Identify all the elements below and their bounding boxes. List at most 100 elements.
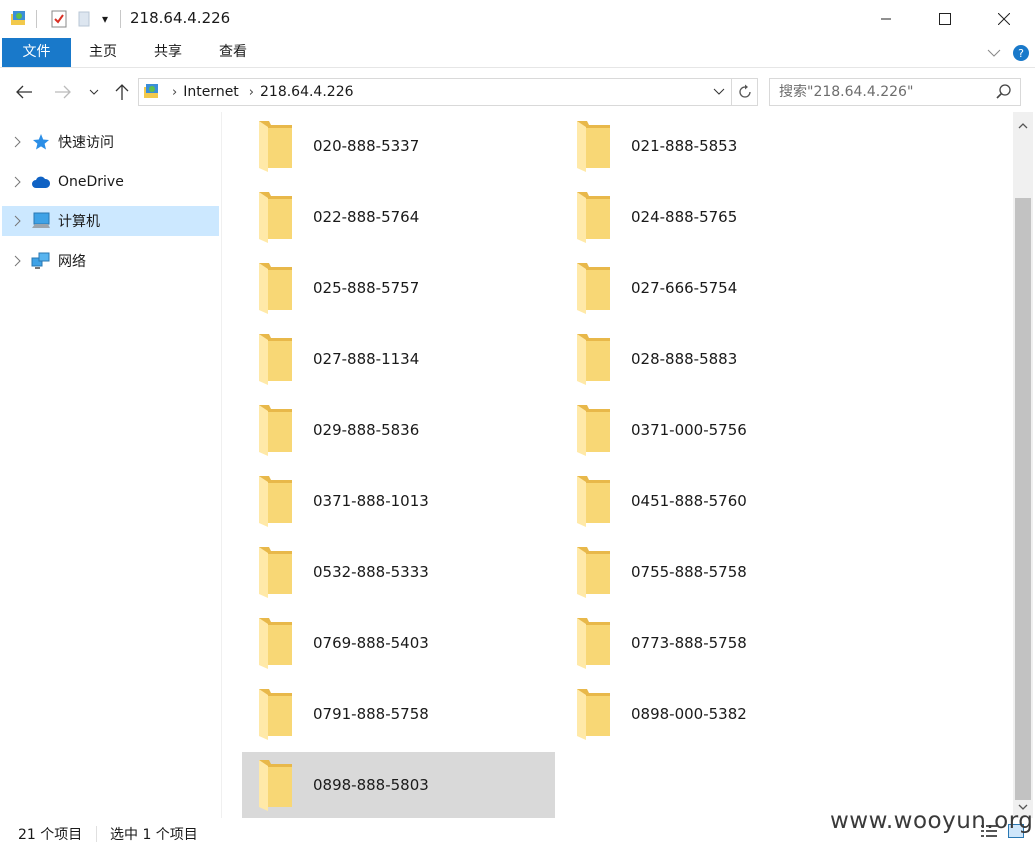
folder-item[interactable]: 027-888-1134	[242, 326, 555, 392]
sidebar-item-label: 计算机	[58, 214, 100, 230]
folder-name: 0773-888-5758	[631, 634, 747, 652]
folder-name: 027-666-5754	[631, 279, 738, 297]
expand-chevron-icon[interactable]	[6, 136, 28, 148]
sidebar-item-quick-access[interactable]: 快速访问	[2, 127, 219, 157]
folder-icon	[574, 473, 614, 529]
folder-name: 025-888-5757	[313, 279, 420, 297]
folder-icon	[256, 331, 296, 387]
forward-button[interactable]	[51, 80, 75, 104]
scrollbar-thumb[interactable]	[1015, 198, 1031, 800]
folder-item[interactable]: 0371-888-1013	[242, 468, 555, 534]
folder-icon	[256, 118, 296, 174]
folder-name: 020-888-5337	[313, 137, 420, 155]
folder-name: 0532-888-5333	[313, 563, 429, 581]
recent-locations-button[interactable]	[82, 80, 106, 104]
folder-icon	[256, 757, 296, 813]
folder-name: 021-888-5853	[631, 137, 738, 155]
folder-item[interactable]: 0532-888-5333	[242, 539, 555, 605]
folder-name: 027-888-1134	[313, 350, 420, 368]
search-box[interactable]	[769, 78, 1021, 106]
expand-chevron-icon[interactable]	[6, 215, 28, 227]
folder-icon	[256, 615, 296, 671]
folder-item[interactable]: 027-666-5754	[560, 255, 873, 321]
sidebar-item-onedrive[interactable]: OneDrive	[2, 167, 219, 197]
folder-icon	[256, 260, 296, 316]
back-button[interactable]	[12, 80, 36, 104]
title-bar: ▾ 218.64.4.226	[0, 0, 1035, 38]
expand-chevron-icon[interactable]	[6, 255, 28, 267]
close-button[interactable]	[975, 0, 1033, 38]
tab-home[interactable]: 主页	[74, 38, 132, 67]
sidebar-item-label: 网络	[58, 254, 86, 270]
breadcrumb-chevron-icon[interactable]: ›	[172, 85, 177, 100]
folder-item[interactable]: 022-888-5764	[242, 184, 555, 250]
folder-icon	[574, 402, 614, 458]
refresh-button[interactable]	[731, 79, 757, 105]
folder-item[interactable]: 0898-888-5803	[242, 752, 555, 818]
folder-item[interactable]: 0791-888-5758	[242, 681, 555, 747]
folder-name: 0371-000-5756	[631, 421, 747, 439]
folder-name: 0898-000-5382	[631, 705, 747, 723]
folder-item[interactable]: 021-888-5853	[560, 113, 873, 179]
folder-item[interactable]: 0451-888-5760	[560, 468, 873, 534]
folder-icon	[256, 544, 296, 600]
folder-name: 022-888-5764	[313, 208, 420, 226]
folder-item[interactable]: 0898-000-5382	[560, 681, 873, 747]
divider	[96, 826, 97, 842]
folder-item[interactable]: 0371-000-5756	[560, 397, 873, 463]
search-input[interactable]	[779, 84, 989, 100]
vertical-scrollbar[interactable]	[1013, 112, 1033, 818]
divider	[36, 10, 37, 28]
search-icon[interactable]	[996, 84, 1012, 104]
properties-icon[interactable]	[48, 8, 70, 30]
folder-icon	[574, 260, 614, 316]
folder-icon	[574, 544, 614, 600]
sidebar-item-network[interactable]: 网络	[2, 246, 219, 276]
up-button[interactable]	[110, 80, 134, 104]
new-folder-icon[interactable]	[75, 8, 93, 30]
divider	[120, 10, 121, 28]
scroll-up-icon[interactable]	[1013, 116, 1033, 134]
folder-item[interactable]: 024-888-5765	[560, 184, 873, 250]
folder-icon	[256, 402, 296, 458]
navigation-pane: 快速访问 OneDrive 计算机 网络	[0, 112, 222, 818]
address-bar[interactable]: › Internet › 218.64.4.226	[138, 78, 758, 106]
folder-item[interactable]: 029-888-5836	[242, 397, 555, 463]
item-count: 21 个项目	[18, 827, 83, 843]
tab-share[interactable]: 共享	[139, 38, 197, 67]
help-icon[interactable]: ?	[1011, 43, 1031, 63]
ribbon: 文件 主页 共享 查看 ?	[0, 38, 1035, 68]
folder-name: 0371-888-1013	[313, 492, 429, 510]
address-history-dropdown[interactable]	[707, 79, 731, 105]
folder-name: 0898-888-5803	[313, 776, 429, 794]
sidebar-item-computer[interactable]: 计算机	[2, 206, 219, 236]
folder-item[interactable]: 0755-888-5758	[560, 539, 873, 605]
folder-icon	[256, 473, 296, 529]
watermark: www.wooyun.org	[830, 808, 1034, 834]
breadcrumb-chevron-icon[interactable]: ›	[249, 85, 254, 100]
folder-icon	[574, 118, 614, 174]
folder-name: 0769-888-5403	[313, 634, 429, 652]
expand-ribbon-chevron-icon[interactable]	[984, 43, 1004, 63]
folder-item[interactable]: 0773-888-5758	[560, 610, 873, 676]
breadcrumb-internet[interactable]: Internet	[183, 84, 239, 100]
folder-icon	[574, 189, 614, 245]
folder-item[interactable]: 028-888-5883	[560, 326, 873, 392]
computer-icon	[30, 210, 52, 232]
folder-icon	[574, 686, 614, 742]
folder-icon	[256, 686, 296, 742]
folder-item[interactable]: 025-888-5757	[242, 255, 555, 321]
minimize-button[interactable]	[857, 0, 915, 38]
folder-item[interactable]: 0769-888-5403	[242, 610, 555, 676]
tab-view[interactable]: 查看	[204, 38, 262, 67]
folder-name: 0791-888-5758	[313, 705, 429, 723]
explorer-app-icon[interactable]	[8, 8, 30, 30]
maximize-button[interactable]	[916, 0, 974, 38]
folder-item[interactable]: 020-888-5337	[242, 113, 555, 179]
expand-chevron-icon[interactable]	[6, 176, 28, 188]
folder-name: 0755-888-5758	[631, 563, 747, 581]
customize-quick-access-dropdown[interactable]: ▾	[97, 8, 113, 30]
folder-name: 028-888-5883	[631, 350, 738, 368]
tab-file[interactable]: 文件	[2, 38, 71, 67]
breadcrumb-host[interactable]: 218.64.4.226	[260, 84, 354, 100]
